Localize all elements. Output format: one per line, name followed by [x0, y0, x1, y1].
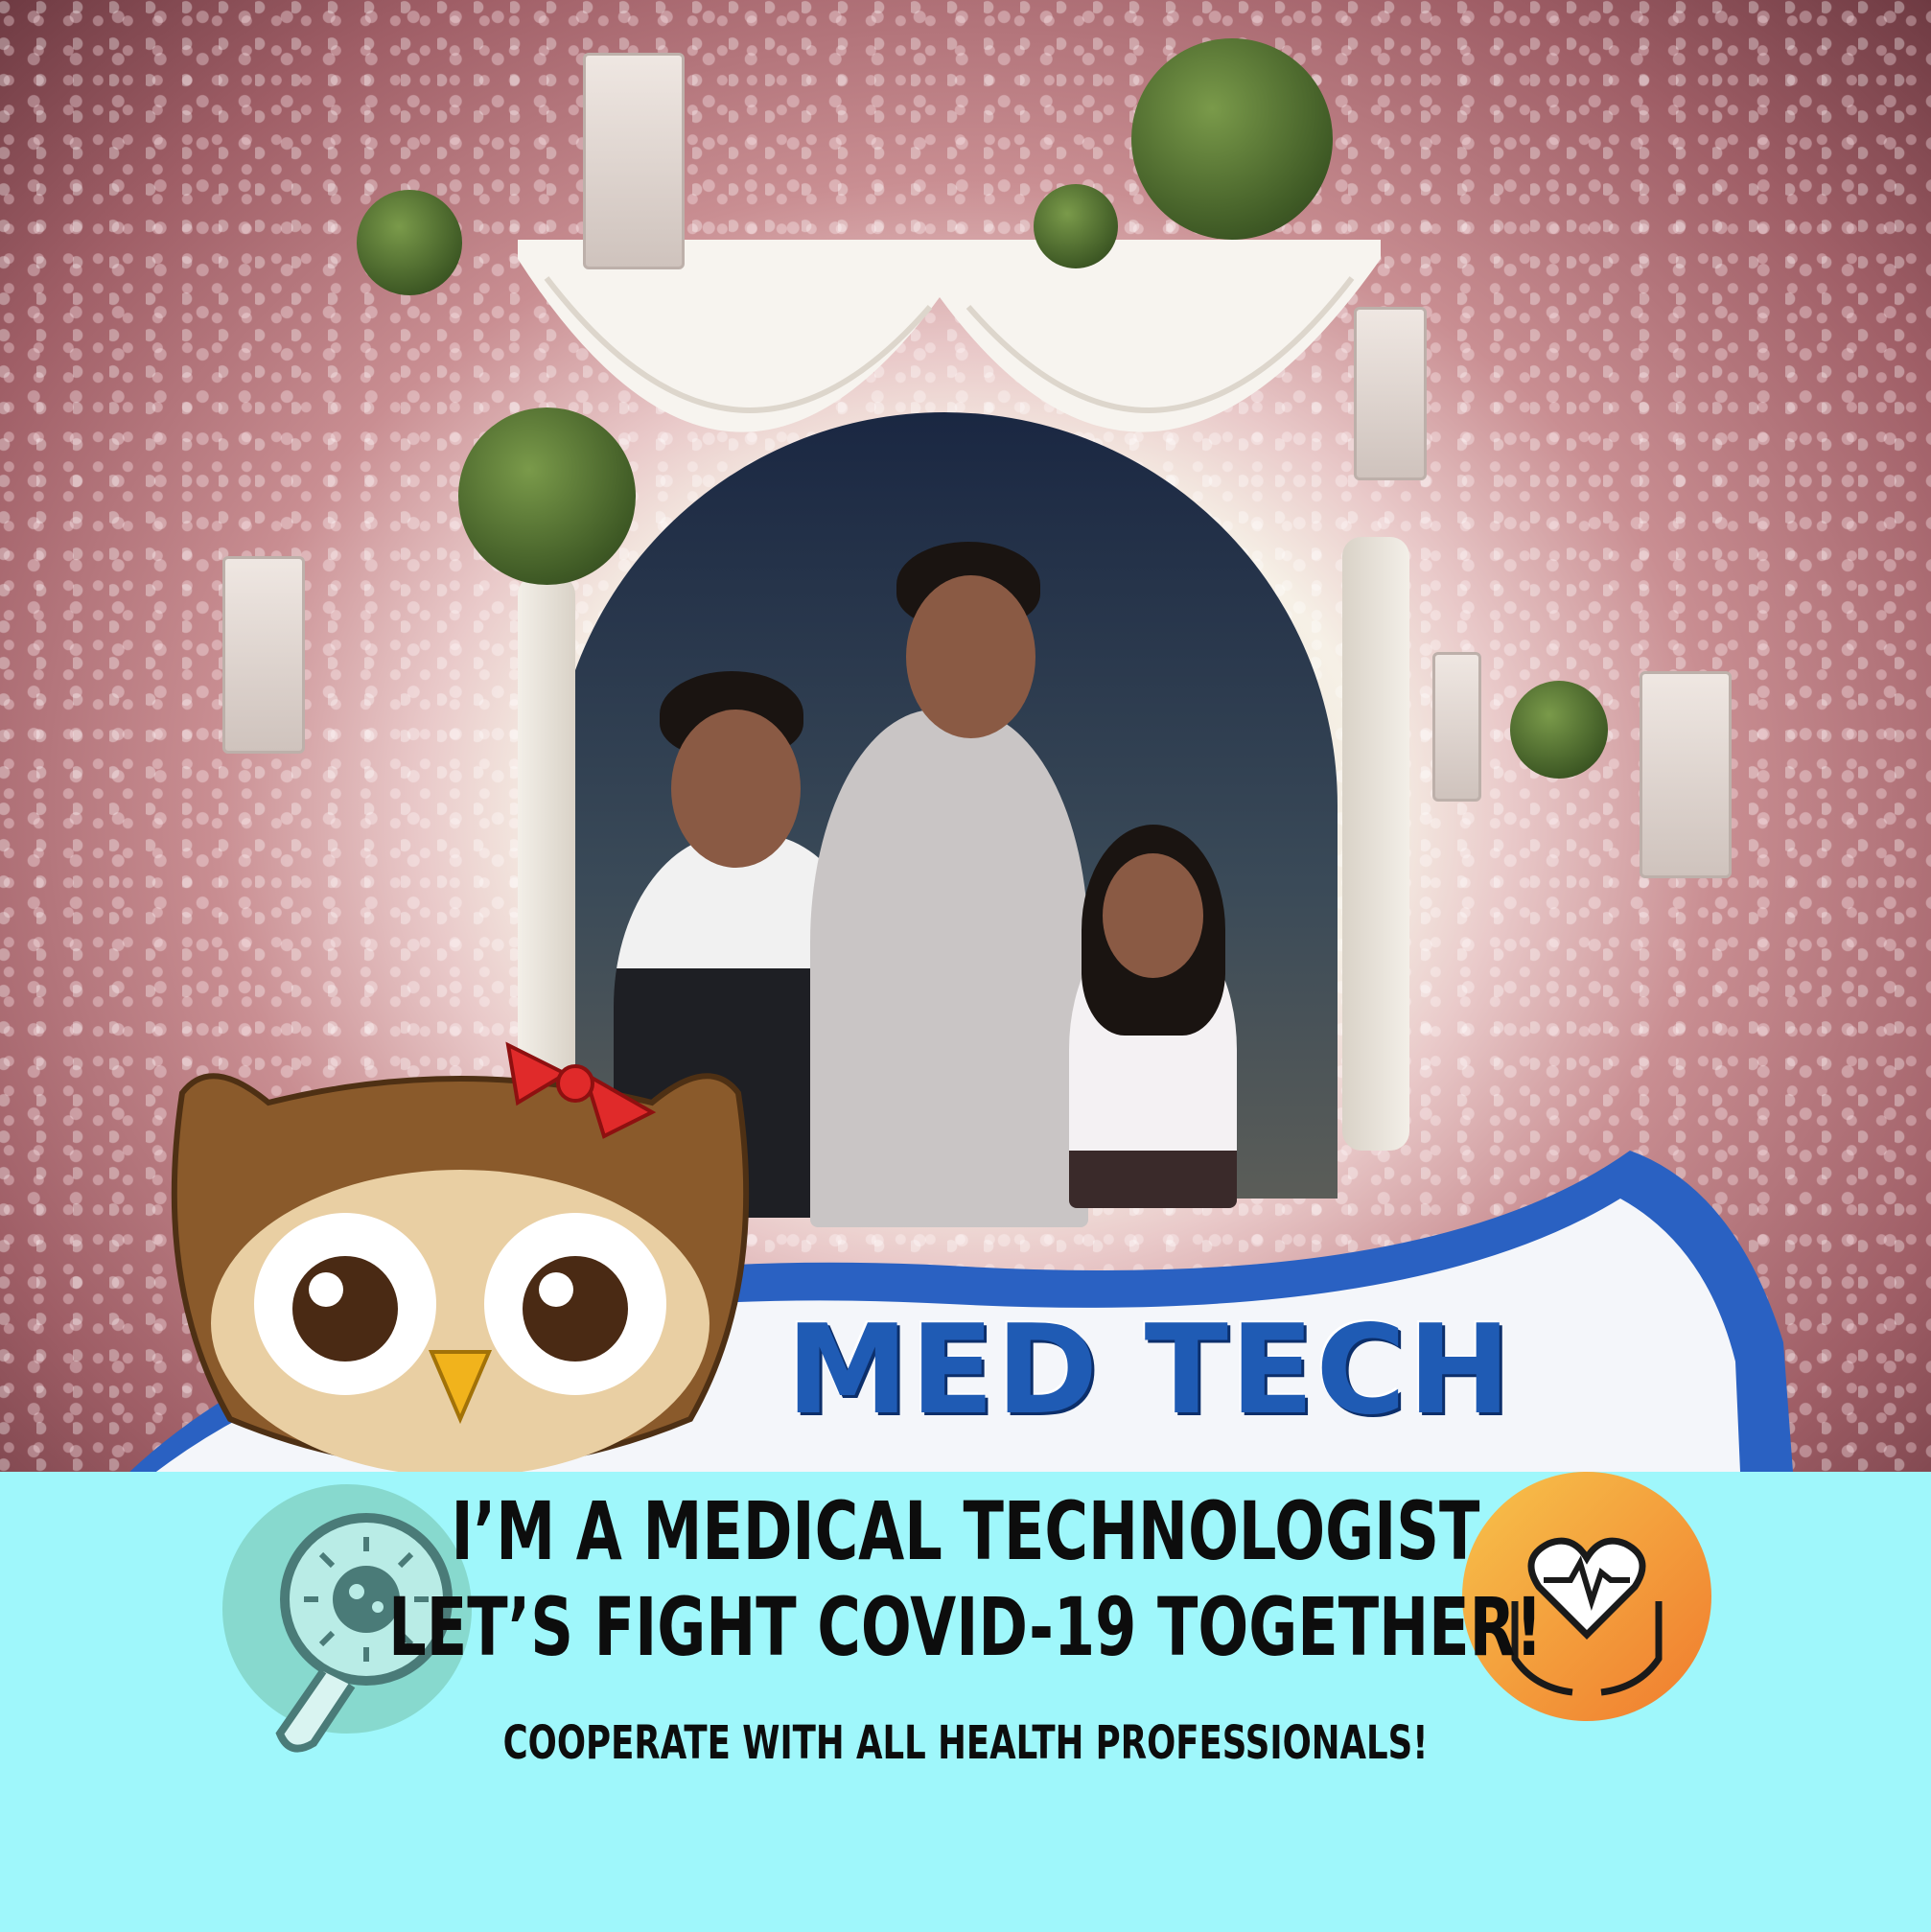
- face: [906, 575, 1035, 738]
- caption-line-1: I’M A MEDICAL TECHNOLOGIST: [451, 1484, 1480, 1578]
- boy-center: [810, 710, 1088, 1227]
- moss-ball: [357, 190, 462, 295]
- moss-ball: [458, 407, 636, 585]
- hanging-lantern: [1354, 307, 1427, 480]
- owl-mascot: [171, 1041, 750, 1477]
- hanging-lantern: [583, 53, 685, 269]
- face: [671, 710, 801, 868]
- hanging-lantern: [1640, 671, 1732, 878]
- moss-ball: [1131, 38, 1333, 240]
- caption-line-3: COOPERATE WITH ALL HEALTH PROFESSIONALS!: [502, 1716, 1429, 1770]
- med-tech-logo-text: MED TECH: [786, 1299, 1513, 1442]
- hanging-lantern: [222, 556, 305, 754]
- left-curtain-panel: [518, 575, 575, 1112]
- caption-line-2: LET’S FIGHT COVID-19 TOGETHER!: [388, 1580, 1543, 1674]
- hanging-lantern: [1432, 652, 1481, 802]
- moss-ball: [1034, 184, 1118, 268]
- white-curtain-drape: [518, 240, 1381, 432]
- moss-ball: [1510, 681, 1608, 779]
- right-curtain-panel: [1342, 537, 1409, 1151]
- face: [1103, 853, 1203, 978]
